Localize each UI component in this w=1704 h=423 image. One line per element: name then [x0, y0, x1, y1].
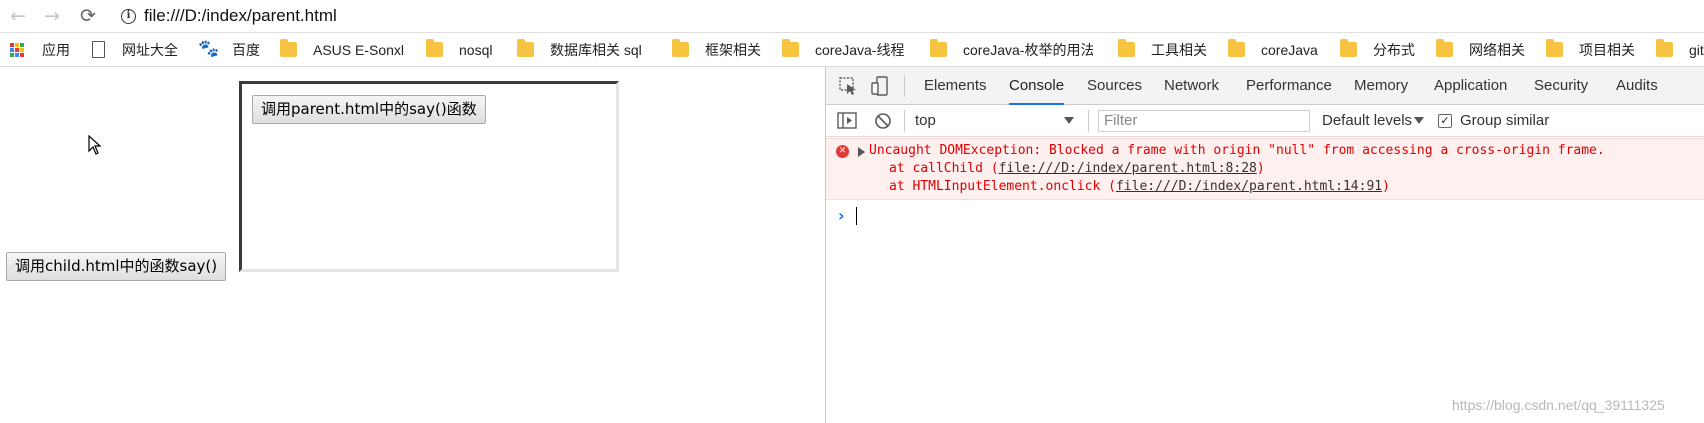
stack-frame-prefix: at callChild (: [889, 161, 999, 176]
stack-frame-suffix: ): [1382, 179, 1390, 194]
folder-icon: [280, 39, 297, 57]
folder-icon: [1340, 39, 1357, 57]
console-toolbar: top Filter Default levels ✓ Group simila…: [826, 105, 1704, 137]
bookmark-asus[interactable]: ASUS E-Sonxl: [313, 41, 404, 61]
error-text: Uncaught DOMException: Blocked a frame w…: [869, 143, 1605, 158]
toolbar-divider: [904, 110, 905, 132]
inspect-element-icon[interactable]: [838, 76, 860, 96]
bookmark-apps[interactable]: 应用: [42, 41, 70, 61]
folder-icon: [1436, 39, 1453, 57]
error-icon: ✕: [836, 145, 849, 158]
device-toolbar-icon[interactable]: [870, 76, 892, 96]
bookmark-tools[interactable]: 工具相关: [1151, 41, 1207, 61]
back-arrow-icon[interactable]: ←: [6, 4, 30, 28]
folder-icon: [1228, 39, 1245, 57]
folder-icon: [1546, 39, 1563, 57]
stack-frame-prefix: at HTMLInputElement.onclick (: [889, 179, 1116, 194]
bookmark-url-directory[interactable]: 网址大全: [122, 41, 178, 61]
tab-network[interactable]: Network: [1164, 67, 1219, 105]
omnibox[interactable]: i file:///D:/index/parent.html: [112, 3, 1704, 30]
folder-icon: [426, 39, 443, 57]
bookmark-database-sql[interactable]: 数据库相关 sql: [550, 41, 642, 61]
bookmark-git[interactable]: git: [1689, 41, 1704, 61]
console-filter-input[interactable]: Filter: [1098, 110, 1310, 132]
stack-frame: at HTMLInputElement.onclick (file:///D:/…: [889, 178, 1390, 196]
bookmark-projects[interactable]: 项目相关: [1579, 41, 1635, 61]
tab-console[interactable]: Console: [1009, 67, 1065, 105]
url-text[interactable]: file:///D:/index/parent.html: [144, 5, 337, 27]
stack-frame-link[interactable]: file:///D:/index/parent.html:14:91: [1116, 179, 1382, 194]
watermark: https://blog.csdn.net/qq_39111325: [1452, 397, 1665, 413]
call-child-say-button[interactable]: 调用child.html中的函数say(): [6, 252, 227, 281]
folder-icon: [782, 39, 799, 57]
baidu-paw-icon: 🐾: [198, 39, 220, 59]
folder-icon: [1118, 39, 1135, 57]
tab-elements[interactable]: Elements: [924, 67, 987, 105]
folder-icon: [930, 39, 947, 57]
folder-icon: [672, 39, 689, 57]
tab-security[interactable]: Security: [1534, 67, 1588, 105]
tab-performance[interactable]: Performance: [1246, 67, 1332, 105]
stack-frame: at callChild (file:///D:/index/parent.ht…: [889, 160, 1265, 178]
devtools-panel: Elements Console Sources Network Perform…: [825, 67, 1704, 423]
info-icon[interactable]: i: [121, 9, 136, 24]
page-icon: [92, 41, 105, 58]
bookmark-corejava-thread[interactable]: coreJava-线程: [815, 41, 904, 61]
context-dropdown-icon[interactable]: [1064, 117, 1074, 124]
address-bar: ← → ⟳ i file:///D:/index/parent.html: [0, 0, 1704, 33]
group-similar-checkbox[interactable]: ✓: [1438, 114, 1452, 128]
bookmark-network[interactable]: 网络相关: [1469, 41, 1525, 61]
log-levels-dropdown[interactable]: Default levels: [1322, 105, 1412, 137]
devtools-tab-bar: Elements Console Sources Network Perform…: [826, 67, 1704, 105]
bookmark-baidu[interactable]: 百度: [232, 41, 260, 61]
toolbar-divider: [904, 75, 905, 97]
context-selector[interactable]: top: [915, 105, 936, 137]
tab-sources[interactable]: Sources: [1087, 67, 1142, 105]
stack-frame-link[interactable]: file:///D:/index/parent.html:8:28: [999, 161, 1257, 176]
tab-audits[interactable]: Audits: [1616, 67, 1658, 105]
mouse-cursor-icon: [88, 135, 102, 155]
levels-dropdown-icon[interactable]: [1414, 117, 1424, 124]
stack-frame-suffix: ): [1256, 161, 1265, 176]
bookmark-corejava-enum[interactable]: coreJava-枚举的用法: [963, 41, 1093, 61]
page-viewport: 调用parent.html中的say()函数 调用child.html中的函数s…: [0, 67, 825, 423]
bookmark-nosql[interactable]: nosql: [459, 41, 492, 61]
toolbar-divider: [1088, 110, 1089, 132]
child-iframe[interactable]: 调用parent.html中的say()函数: [239, 81, 619, 272]
call-parent-say-button[interactable]: 调用parent.html中的say()函数: [252, 95, 486, 124]
expand-triangle-icon[interactable]: [858, 147, 865, 157]
folder-icon: [517, 39, 534, 57]
console-input[interactable]: [856, 207, 857, 225]
bookmark-distributed[interactable]: 分布式: [1373, 41, 1415, 61]
console-prompt-icon: ›: [838, 206, 845, 225]
tab-memory[interactable]: Memory: [1354, 67, 1408, 105]
reload-icon[interactable]: ⟳: [76, 4, 100, 28]
sidebar-toggle-icon[interactable]: [836, 111, 858, 131]
apps-icon[interactable]: [10, 43, 25, 58]
bookmark-frameworks[interactable]: 框架相关: [705, 41, 761, 61]
console-error-message: ✕ Uncaught DOMException: Blocked a frame…: [826, 138, 1704, 200]
bookmarks-bar: 应用 网址大全 🐾 百度 ASUS E-Sonxl nosql 数据库相关 sq…: [0, 33, 1704, 67]
bookmark-corejava[interactable]: coreJava: [1261, 41, 1318, 61]
folder-icon: [1656, 39, 1673, 57]
group-similar-label: Group similar: [1460, 112, 1550, 129]
clear-console-icon[interactable]: [872, 111, 894, 131]
tab-application[interactable]: Application: [1434, 67, 1507, 105]
forward-arrow-icon[interactable]: →: [40, 4, 64, 28]
